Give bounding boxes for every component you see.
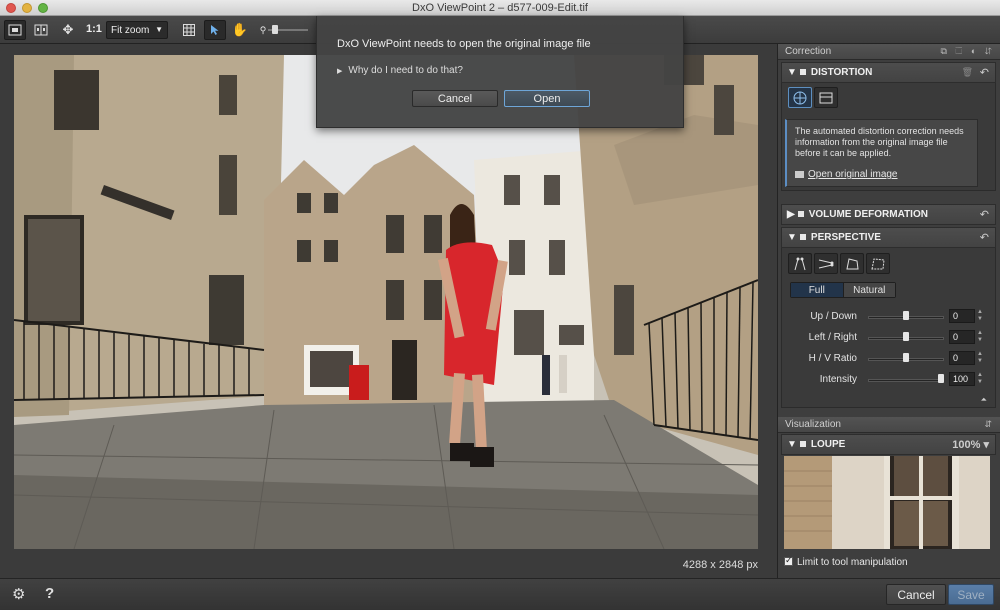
enable-square-icon[interactable]	[799, 69, 806, 75]
perspective-body: Full Natural Up / Down 0 ▲ ▼ Left / Right…	[781, 248, 996, 408]
compare-icon[interactable]	[30, 20, 52, 40]
loupe-section-header[interactable]: ▼ LOUPE 100% ▾	[781, 434, 996, 455]
select-arrow-icon[interactable]	[204, 20, 226, 40]
gear-icon[interactable]: ⚙	[12, 585, 25, 603]
stepper-icon[interactable]: ▲ ▼	[977, 330, 983, 344]
slider-handle[interactable]	[938, 374, 944, 383]
distortion-info-text: The automated distortion correction need…	[795, 126, 964, 158]
lens-distortion-icon[interactable]	[788, 87, 812, 108]
distortion-title: DISTORTION	[810, 67, 873, 78]
help-icon[interactable]: ?	[45, 585, 54, 602]
correction-header-label: Correction	[785, 46, 832, 57]
stepper-icon[interactable]: ▲ ▼	[977, 309, 983, 323]
slider-value-field[interactable]: 0	[949, 309, 975, 323]
dialog-cancel-button[interactable]: Cancel	[412, 90, 498, 107]
hand-icon[interactable]: ✋	[229, 20, 251, 40]
perspective-title: PERSPECTIVE	[810, 232, 881, 243]
slider-row-intensity: Intensity 100 ▲ ▼	[782, 371, 997, 389]
why-label: Why do I need to do that?	[348, 65, 463, 76]
mode-natural-button[interactable]: Natural	[843, 283, 895, 297]
rectangle-perspective-icon[interactable]	[840, 253, 864, 274]
slider-row-left-right: Left / Right 0 ▲ ▼	[782, 329, 997, 347]
loupe-zoom-select[interactable]: 100% ▾	[952, 438, 989, 451]
loupe-preview[interactable]	[784, 456, 990, 549]
collapse-up-icon[interactable]: ⏶	[981, 395, 987, 405]
perspective-mode-toggle: Full Natural	[790, 282, 896, 298]
slider-label: Intensity	[819, 374, 857, 385]
zoom-select-value: Fit zoom	[111, 25, 150, 36]
title-bar: DxO ViewPoint 2 – d577-009-Edit.tif	[0, 0, 1000, 16]
collapse-triangle-icon: ▼	[787, 67, 797, 78]
stepper-icon[interactable]: ▲ ▼	[977, 372, 983, 386]
main-photo[interactable]	[14, 55, 758, 549]
vertical-perspective-icon[interactable]	[788, 253, 812, 274]
slider-handle[interactable]	[903, 353, 909, 362]
perspective-section-header[interactable]: ▼ PERSPECTIVE ↶	[781, 227, 996, 248]
zoom-select[interactable]: Fit zoom ▼	[106, 21, 168, 39]
save-button[interactable]: Save	[948, 584, 994, 605]
zoom-slider-handle[interactable]	[272, 25, 278, 34]
enable-square-icon[interactable]	[799, 441, 806, 447]
slider-value-field[interactable]: 100	[949, 372, 975, 386]
slider-label: Left / Right	[808, 332, 857, 343]
distortion-info-box: The automated distortion correction need…	[785, 119, 978, 187]
limit-label: Limit to tool manipulation	[797, 557, 908, 568]
distortion-section-header[interactable]: ▼ DISTORTION 🗑 ↶	[781, 62, 996, 83]
chevron-down-icon: ▼	[155, 25, 163, 34]
image-dimensions: 4288 x 2848 px	[682, 559, 758, 571]
anamorphic-icon[interactable]	[814, 87, 838, 108]
slider-track[interactable]	[868, 379, 944, 382]
disclosure-triangle-icon: ▶	[337, 68, 343, 75]
visualization-header: Visualization ⇵	[778, 417, 1000, 433]
bottom-bar: ⚙ ? Cancel Save	[0, 578, 1000, 610]
loupe-zoom-value: 100%	[952, 439, 981, 451]
enable-square-icon[interactable]	[799, 234, 806, 240]
loupe-title: LOUPE	[810, 439, 846, 450]
dialog-open-button[interactable]: Open	[504, 90, 590, 107]
slider-handle[interactable]	[903, 332, 909, 341]
volume-deformation-title: VOLUME DEFORMATION	[808, 209, 928, 220]
move-icon[interactable]: ✥	[57, 20, 79, 40]
enable-square-icon[interactable]	[797, 211, 804, 217]
dialog-message: DxO ViewPoint needs to open the original…	[337, 38, 591, 50]
undo-icon[interactable]: ↶	[980, 208, 989, 221]
collapse-triangle-icon: ▼	[787, 439, 797, 450]
grid-icon[interactable]	[178, 20, 200, 40]
slider-row-up-down: Up / Down 0 ▲ ▼	[782, 308, 997, 326]
slider-handle[interactable]	[903, 311, 909, 320]
limit-to-tool-checkbox[interactable]: Limit to tool manipulation	[784, 555, 908, 568]
undo-icon[interactable]: ↶	[980, 66, 989, 79]
slider-label: H / V Ratio	[808, 353, 857, 364]
undo-icon[interactable]: ↶	[980, 231, 989, 244]
open-original-dialog: DxO ViewPoint needs to open the original…	[316, 16, 684, 128]
slider-label: Up / Down	[810, 311, 857, 322]
expand-triangle-icon: ▶	[787, 209, 795, 220]
open-original-image-label: Open original image	[808, 169, 898, 180]
eight-point-perspective-icon[interactable]	[866, 253, 890, 274]
slider-value-field[interactable]: 0	[949, 330, 975, 344]
window-title: DxO ViewPoint 2 – d577-009-Edit.tif	[412, 2, 588, 14]
folder-icon	[795, 170, 804, 178]
trash-icon[interactable]: 🗑	[962, 67, 973, 78]
display-mode-icon[interactable]	[4, 20, 26, 40]
collapse-triangle-icon: ▼	[787, 232, 797, 243]
checkbox-checked-icon[interactable]	[784, 555, 793, 566]
mode-full-button[interactable]: Full	[791, 283, 844, 297]
correction-header: Correction ⧉ ⬚ ◐ ⇵	[778, 44, 1000, 60]
horizontal-perspective-icon[interactable]	[814, 253, 838, 274]
cancel-button[interactable]: Cancel	[886, 584, 946, 605]
stepper-icon[interactable]: ▲ ▼	[977, 351, 983, 365]
one-to-one-button[interactable]: 1:1	[86, 23, 102, 35]
slider-value-field[interactable]: 0	[949, 351, 975, 365]
visualization-header-label: Visualization	[785, 419, 841, 430]
panel-header-icons[interactable]: ⧉ ⬚ ◐ ⇵	[941, 46, 996, 57]
pin-icon[interactable]: ⇵	[984, 419, 995, 430]
open-original-image-link[interactable]: Open original image	[795, 169, 898, 180]
slider-row-hv-ratio: H / V Ratio 0 ▲ ▼	[782, 350, 997, 368]
why-disclosure[interactable]: ▶ Why do I need to do that?	[337, 65, 463, 76]
volume-deformation-section-header[interactable]: ▶ VOLUME DEFORMATION ↶	[781, 204, 996, 225]
